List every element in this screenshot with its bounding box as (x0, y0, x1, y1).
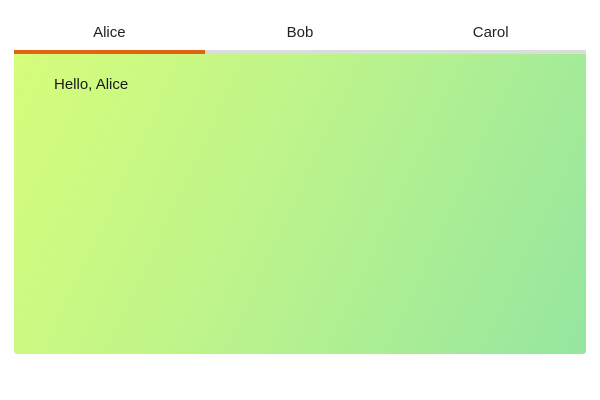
tab-label: Alice (93, 23, 126, 41)
tab-label: Bob (286, 23, 314, 41)
app-window: Alice Bob Carol Hello, Alice (0, 0, 600, 400)
tab-label: Carol (472, 23, 509, 41)
tab-panel: Hello, Alice (14, 54, 586, 354)
tab-bob[interactable]: Bob (205, 14, 396, 50)
tab-bar: Alice Bob Carol (14, 14, 586, 54)
tab-carol[interactable]: Carol (395, 14, 586, 50)
greeting-text: Hello, Alice (54, 76, 129, 93)
tab-alice[interactable]: Alice (14, 14, 205, 54)
